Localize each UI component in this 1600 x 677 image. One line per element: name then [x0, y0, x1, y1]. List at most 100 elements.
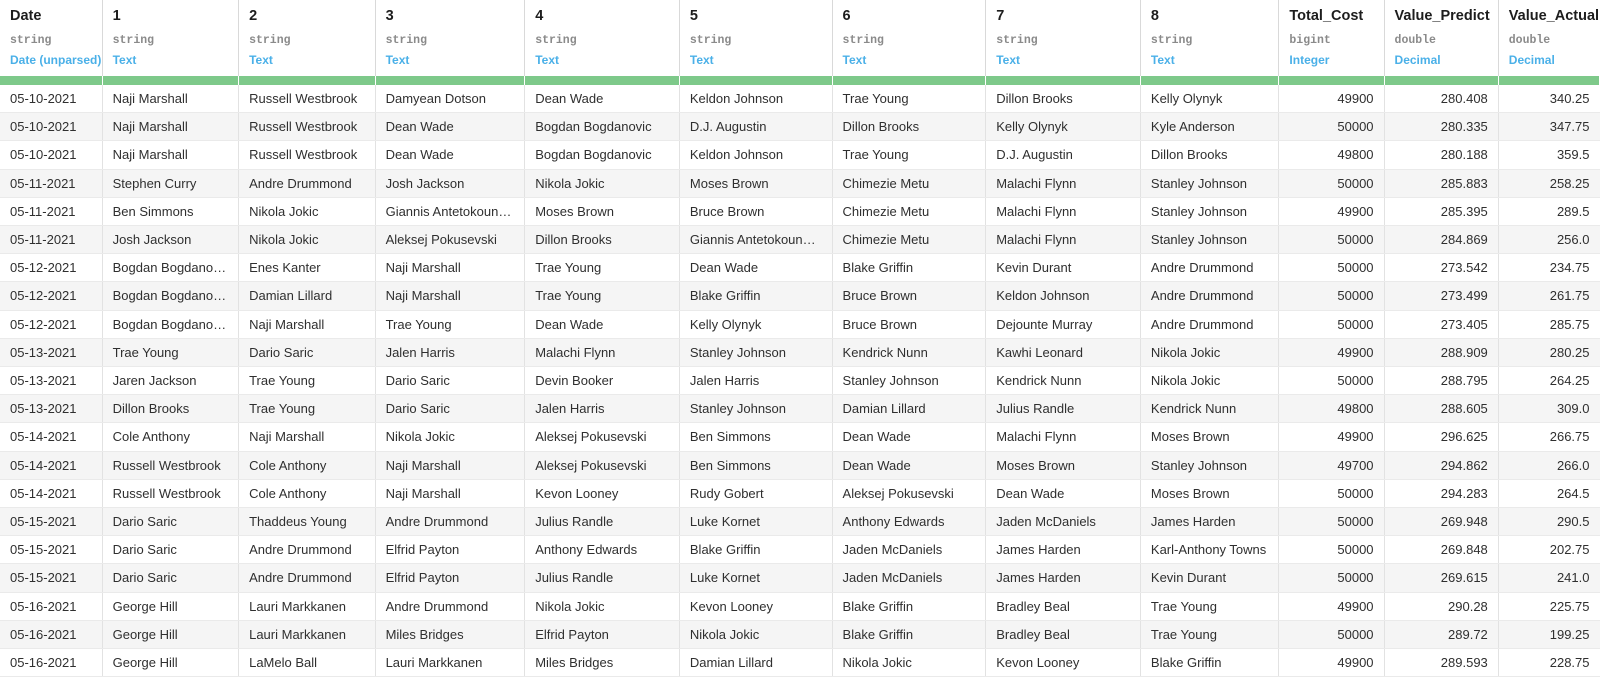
column-header-value-predict[interactable]: Value_Predict double Decimal [1384, 0, 1499, 76]
table-cell: 285.395 [1384, 197, 1499, 227]
table-cell: George Hill [102, 648, 240, 677]
table-cell: Bruce Brown [832, 281, 987, 311]
column-header-semantic-type[interactable]: Integer [1289, 53, 1373, 67]
table-cell: 50000 [1278, 620, 1385, 650]
table-cell: 05-11-2021 [0, 225, 103, 255]
column-quality-bar [985, 76, 1141, 85]
column-header-5[interactable]: 5 string Text [679, 0, 833, 76]
table-cell: Moses Brown [1140, 422, 1280, 452]
column-header-4[interactable]: 4 string Text [524, 0, 680, 76]
table-cell: 285.75 [1498, 310, 1600, 339]
table-cell: 49900 [1278, 422, 1385, 452]
column-header-semantic-type[interactable]: Text [249, 53, 364, 67]
table-row[interactable]: 05-16-2021 George Hill LaMelo Ball Lauri Ma… [0, 648, 1600, 677]
table-row[interactable]: 05-10-2021 Naji Marshall Russell Westbrook… [0, 112, 1600, 142]
table-cell: Naji Marshall [102, 140, 240, 170]
table-row[interactable]: 05-13-2021 Dillon Brooks Trae Young Dario S… [0, 394, 1600, 424]
table-row[interactable]: 05-15-2021 Dario Saric Andre Drummond Elfri… [0, 535, 1600, 565]
table-cell: Dean Wade [375, 112, 526, 142]
column-header-semantic-type[interactable]: Text [535, 53, 669, 67]
table-cell: Moses Brown [1140, 479, 1280, 509]
table-cell: 289.5 [1498, 197, 1600, 227]
table-cell: Damian Lillard [238, 281, 376, 311]
table-row[interactable]: 05-13-2021 Jaren Jackson Trae Young Dario S… [0, 366, 1600, 396]
table-row[interactable]: 05-15-2021 Dario Saric Thaddeus Young Andre… [0, 507, 1600, 537]
table-cell: Blake Griffin [832, 253, 987, 283]
table-row[interactable]: 05-13-2021 Trae Young Dario Saric Jalen Har… [0, 338, 1600, 368]
table-cell: 261.75 [1498, 281, 1600, 311]
column-header-semantic-type[interactable]: Text [843, 53, 976, 67]
table-row[interactable]: 05-11-2021 Stephen Curry Andre Drummond Jos… [0, 169, 1600, 198]
column-header-semantic-type[interactable]: Text [690, 53, 822, 67]
table-cell: Blake Griffin [679, 281, 833, 311]
grid-body: 05-10-2021 Naji Marshall Russell Westbrook… [0, 85, 1600, 677]
column-header-semantic-type[interactable]: Text [113, 53, 228, 67]
table-row[interactable]: 05-11-2021 Josh Jackson Nikola Jokic Alekse… [0, 225, 1600, 255]
table-row[interactable]: 05-16-2021 George Hill Lauri Markkanen Andr… [0, 592, 1600, 621]
table-cell: Jalen Harris [375, 338, 526, 368]
table-cell: Andre Drummond [1140, 253, 1280, 283]
table-cell: Nikola Jokic [238, 197, 376, 227]
table-cell: D.J. Augustin [679, 112, 833, 142]
column-header-8[interactable]: 8 string Text [1140, 0, 1280, 76]
column-header-date[interactable]: Date string Date (unparsed) [0, 0, 103, 76]
table-row[interactable]: 05-10-2021 Naji Marshall Russell Westbrook… [0, 140, 1600, 170]
column-header-semantic-type[interactable]: Decimal [1509, 53, 1590, 67]
table-cell: Devin Booker [524, 366, 680, 396]
column-header-total-cost[interactable]: Total_Cost bigint Integer [1278, 0, 1385, 76]
table-cell: 296.625 [1384, 422, 1499, 452]
table-cell: Bruce Brown [832, 310, 987, 339]
column-header-2[interactable]: 2 string Text [238, 0, 376, 76]
column-header-value-actual[interactable]: Value_Actual double Decimal [1498, 0, 1600, 76]
table-row[interactable]: 05-12-2021 Bogdan Bogdanovic Damian Lillar… [0, 281, 1600, 311]
table-row[interactable]: 05-14-2021 Russell Westbrook Cole Anthony N… [0, 451, 1600, 480]
column-header-7[interactable]: 7 string Text [985, 0, 1141, 76]
table-cell: Dario Saric [102, 507, 240, 537]
table-row[interactable]: 05-10-2021 Naji Marshall Russell Westbrook… [0, 85, 1600, 114]
table-cell: 50000 [1278, 112, 1385, 142]
column-header-3[interactable]: 3 string Text [375, 0, 526, 76]
column-header-semantic-type[interactable]: Text [1151, 53, 1269, 67]
table-cell: Naji Marshall [102, 112, 240, 142]
table-cell: Jaden McDaniels [832, 563, 987, 593]
table-cell: Andre Drummond [1140, 310, 1280, 339]
column-header-1[interactable]: 1 string Text [102, 0, 240, 76]
table-cell: Thaddeus Young [238, 507, 376, 537]
table-cell: Chimezie Metu [832, 197, 987, 227]
table-row[interactable]: 05-16-2021 George Hill Lauri Markkanen Mile… [0, 620, 1600, 650]
table-cell: 289.72 [1384, 620, 1499, 650]
column-quality-bar [238, 76, 376, 85]
table-cell: 05-12-2021 [0, 281, 103, 311]
table-cell: 05-14-2021 [0, 479, 103, 509]
table-cell: Malachi Flynn [524, 338, 680, 368]
table-row[interactable]: 05-12-2021 Bogdan Bogdanovic Naji Marshall… [0, 310, 1600, 339]
column-quality-bar [1498, 76, 1600, 85]
column-header-semantic-type[interactable]: Decimal [1395, 53, 1488, 67]
table-cell: Elfrid Payton [524, 620, 680, 650]
table-cell: 280.25 [1498, 338, 1600, 368]
column-header-semantic-type[interactable]: Text [386, 53, 515, 67]
table-cell: Damian Lillard [832, 394, 987, 424]
table-cell: Russell Westbrook [102, 451, 240, 480]
column-header-semantic-type[interactable]: Text [996, 53, 1130, 67]
column-header-6[interactable]: 6 string Text [832, 0, 987, 76]
table-cell: 05-14-2021 [0, 422, 103, 452]
table-cell: 49800 [1278, 394, 1385, 424]
column-header-name: Date [10, 8, 42, 24]
table-cell: Jaden McDaniels [985, 507, 1141, 537]
table-cell: James Harden [1140, 507, 1280, 537]
table-row[interactable]: 05-11-2021 Ben Simmons Nikola Jokic Giannis… [0, 197, 1600, 227]
table-cell: 266.75 [1498, 422, 1600, 452]
table-cell: Stanley Johnson [1140, 197, 1280, 227]
table-cell: Julius Randle [524, 507, 680, 537]
table-cell: Andre Drummond [1140, 281, 1280, 311]
table-cell: Keldon Johnson [985, 281, 1141, 311]
column-header-semantic-type[interactable]: Date (unparsed) [10, 53, 101, 67]
table-row[interactable]: 05-12-2021 Bogdan Bogdanovic Enes Kanter Na… [0, 253, 1600, 283]
column-quality-bar-row [0, 76, 1600, 85]
table-row[interactable]: 05-14-2021 Cole Anthony Naji Marshall Nikol… [0, 422, 1600, 452]
table-cell: Nikola Jokic [524, 592, 680, 621]
table-row[interactable]: 05-15-2021 Dario Saric Andre Drummond Elfri… [0, 563, 1600, 593]
table-cell: 225.75 [1498, 592, 1600, 621]
table-row[interactable]: 05-14-2021 Russell Westbrook Cole Anthony N… [0, 479, 1600, 509]
